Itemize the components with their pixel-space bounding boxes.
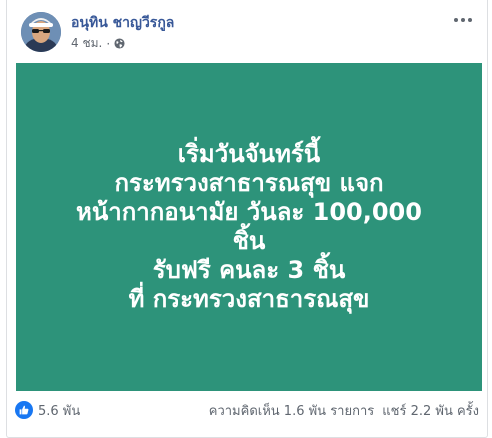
like-icon: [15, 401, 33, 419]
post-image-line-4: ชิ้น: [232, 227, 266, 255]
post-header: อนุทิน ชาญวีรกูล 4 ชม. ·: [15, 6, 479, 56]
author-avatar[interactable]: [21, 12, 61, 52]
meta-separator: ·: [106, 36, 111, 51]
engagement-stats: ความคิดเห็น 1.6 พัน รายการ แชร์ 2.2 พัน …: [209, 400, 479, 421]
post-image-line-3: หน้ากากอนามัย วันละ 100,000: [76, 198, 422, 226]
post-card: อนุทิน ชาญวีรกูล 4 ชม. · เริ่มวันจันทร์น…: [6, 0, 488, 438]
reactions-count: 5.6 พัน: [38, 403, 81, 419]
shares-count-link[interactable]: แชร์ 2.2 พัน ครั้ง: [382, 400, 479, 421]
globe-icon[interactable]: [114, 38, 125, 49]
post-time[interactable]: 4 ชม.: [71, 34, 102, 53]
post-footer: 5.6 พัน ความคิดเห็น 1.6 พัน รายการ แชร์ …: [15, 399, 479, 421]
post-image-line-5: รับฟรี คนละ 3 ชิ้น: [152, 256, 346, 284]
post-image-line-2: กระทรวงสาธารณสุข แจก: [114, 169, 384, 197]
post-image-line-1: เริ่มวันจันทร์นี้: [177, 140, 321, 168]
post-image-line-6: ที่ กระทรวงสาธารณสุข: [128, 285, 370, 313]
post-image[interactable]: เริ่มวันจันทร์นี้ กระทรวงสาธารณสุข แจก ห…: [16, 63, 482, 391]
more-options-icon[interactable]: [451, 12, 475, 28]
post-meta: 4 ชม. ·: [71, 34, 125, 53]
reactions-summary[interactable]: 5.6 พัน: [15, 400, 80, 421]
author-name[interactable]: อนุทิน ชาญวีรกูล: [71, 12, 174, 34]
comments-count-link[interactable]: ความคิดเห็น 1.6 พัน รายการ: [209, 400, 374, 421]
